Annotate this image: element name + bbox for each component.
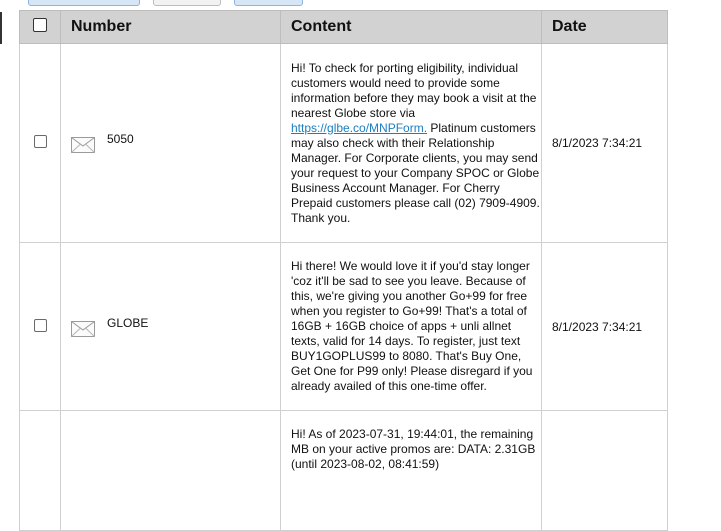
row-checkbox[interactable] — [33, 135, 47, 148]
message-date: 8/1/2023 7:34:21 — [541, 43, 668, 243]
message-date: 8/1/2023 7:34:21 — [541, 242, 668, 411]
toolbar-button-2[interactable] — [153, 0, 221, 6]
messages-table: Number Content Date 5050 Hi! To check fo… — [19, 10, 668, 531]
sender-number: 5050 — [107, 132, 134, 146]
row-checkbox[interactable] — [33, 318, 47, 332]
select-all-checkbox[interactable] — [33, 17, 47, 32]
table-header-row: Number Content Date — [19, 10, 668, 44]
message-date — [541, 410, 668, 531]
select-all-cell — [19, 10, 61, 44]
table-row[interactable]: 5050 Hi! To check for porting eligibilit… — [19, 43, 668, 243]
envelope-icon — [71, 137, 95, 153]
envelope-icon — [71, 320, 95, 337]
toolbar-button-1[interactable] — [28, 0, 140, 6]
message-content: Hi there! We would love it if you'd stay… — [280, 242, 542, 411]
left-edge-marker — [0, 12, 2, 44]
column-header-number[interactable]: Number — [60, 10, 281, 44]
message-link[interactable]: https://glbe.co/MNPForm. — [291, 121, 427, 135]
message-content: Hi! As of 2023-07-31, 19:44:01, the rema… — [280, 410, 542, 531]
sender-number: GLOBE — [107, 315, 149, 330]
message-content: Hi! To check for porting eligibility, in… — [280, 43, 542, 243]
table-row[interactable]: GLOBE Hi there! We would love it if you'… — [19, 242, 668, 411]
column-header-date[interactable]: Date — [541, 10, 668, 44]
table-row[interactable]: Hi! As of 2023-07-31, 19:44:01, the rema… — [19, 410, 668, 531]
column-header-content[interactable]: Content — [280, 10, 542, 44]
toolbar-button-3[interactable] — [234, 0, 303, 6]
